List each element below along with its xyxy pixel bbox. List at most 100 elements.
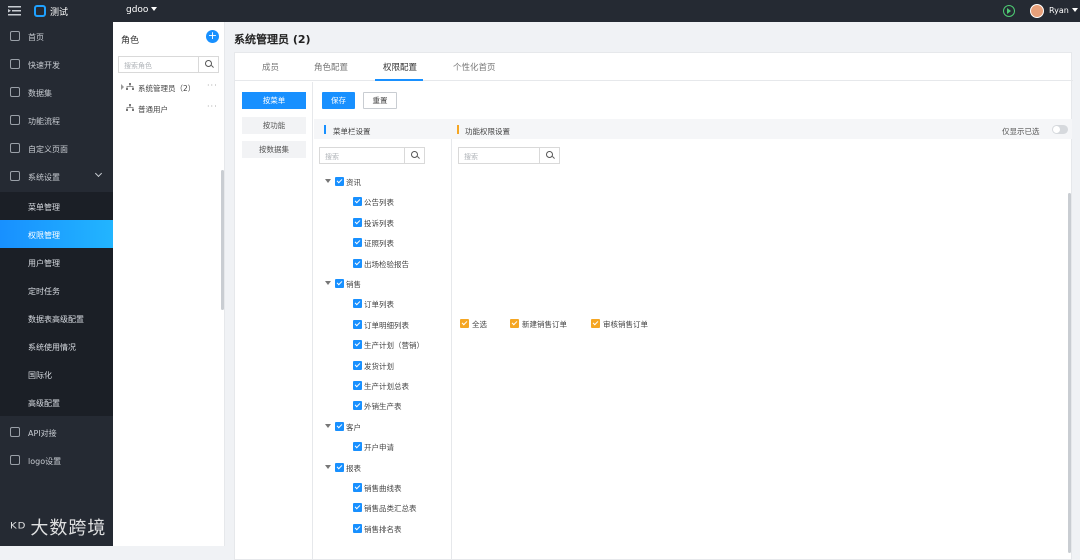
tree-label: 销售品类汇总表	[364, 504, 417, 513]
dataset-icon	[10, 87, 20, 97]
tab-members[interactable]: 成员	[262, 61, 279, 73]
save-button[interactable]: 保存	[322, 92, 355, 109]
menu-section-label: 菜单栏设置	[333, 127, 371, 136]
search-icon[interactable]	[539, 148, 559, 163]
show-selected-toggle[interactable]	[1052, 125, 1068, 134]
checkbox[interactable]	[353, 483, 362, 492]
caret-down-icon[interactable]	[325, 424, 331, 428]
checkbox[interactable]	[353, 320, 362, 329]
role-search-placeholder: 搜索角色	[124, 62, 152, 70]
sidebar-subitem-label: 高级配置	[28, 399, 60, 408]
sidebar-subitem-menu-mgmt[interactable]: 菜单管理	[0, 192, 113, 220]
sidebar-item-label: 自定义页面	[28, 145, 68, 154]
tab-personal-home[interactable]: 个性化首页	[453, 61, 496, 73]
watermark: ᴷᴰ 大数跨境	[10, 514, 106, 540]
watermark-text: 大数跨境	[30, 518, 107, 539]
workflow-icon	[10, 115, 20, 125]
tree-label: 订单列表	[364, 300, 394, 309]
tree-label: 生产计划（营销）	[364, 341, 424, 350]
sidebar-item-quick-dev[interactable]: 快速开发	[0, 50, 113, 78]
by-function-button[interactable]: 按功能	[242, 117, 306, 134]
reset-button[interactable]: 重置	[363, 92, 397, 109]
sidebar-item-logo-settings[interactable]: logo设置	[0, 446, 113, 474]
roles-scrollbar[interactable]	[221, 170, 224, 310]
play-icon[interactable]	[1003, 5, 1015, 17]
more-icon[interactable]: ···	[207, 102, 218, 111]
sidebar-item-label: 快速开发	[28, 61, 60, 70]
caret-down-icon[interactable]	[325, 281, 331, 285]
sidebar-item-label: 功能流程	[28, 117, 60, 126]
checkbox[interactable]	[335, 463, 344, 472]
sidebar-item-label: API对接	[28, 429, 57, 438]
menu-search-input[interactable]: 搜索	[319, 147, 425, 164]
sidebar-subitem-advanced-config[interactable]: 高级配置	[0, 388, 113, 416]
settings-icon	[10, 171, 20, 181]
sidebar-subitem-table-config[interactable]: 数据表高级配置	[0, 304, 113, 332]
roles-panel: 角色 + 搜索角色 系统管理员（2） ··· 普通用户 ···	[113, 22, 225, 546]
expand-icon[interactable]	[121, 84, 124, 90]
sidebar-item-label: logo设置	[28, 457, 62, 466]
checkbox[interactable]	[353, 381, 362, 390]
checkbox[interactable]	[335, 422, 344, 431]
section-marker	[324, 125, 326, 134]
sidebar-subitem-system-usage[interactable]: 系统使用情况	[0, 332, 113, 360]
tree-label: 资讯	[346, 178, 361, 187]
caret-down-icon[interactable]	[325, 179, 331, 183]
checkbox[interactable]	[353, 401, 362, 410]
panel-scrollbar[interactable]	[1068, 193, 1071, 553]
role-item[interactable]: 普通用户 ···	[113, 100, 223, 118]
menu-toggle-icon[interactable]	[8, 5, 21, 17]
sidebar-item-dataset[interactable]: 数据集	[0, 78, 113, 106]
by-dataset-button[interactable]: 按数据集	[242, 141, 306, 158]
sidebar-item-system-settings[interactable]: 系统设置	[0, 162, 113, 190]
org-icon	[126, 83, 134, 90]
checkbox[interactable]	[335, 177, 344, 186]
sidebar-subitem-scheduled-tasks[interactable]: 定时任务	[0, 276, 113, 304]
menu-search-placeholder: 搜索	[325, 153, 339, 161]
page-icon	[10, 143, 20, 153]
checkbox[interactable]	[353, 218, 362, 227]
role-search-input[interactable]: 搜索角色	[118, 56, 219, 73]
search-icon[interactable]	[198, 57, 218, 72]
checkbox[interactable]	[353, 442, 362, 451]
search-icon[interactable]	[404, 148, 424, 163]
sidebar-item-workflow[interactable]: 功能流程	[0, 106, 113, 134]
space-label: gdoo	[126, 5, 149, 15]
checkbox[interactable]	[353, 524, 362, 533]
checkbox[interactable]	[353, 299, 362, 308]
checkbox[interactable]	[510, 319, 519, 328]
tree-label: 外销生产表	[364, 402, 402, 411]
sidebar-subitem-user-mgmt[interactable]: 用户管理	[0, 248, 113, 276]
tab-role-config[interactable]: 角色配置	[314, 61, 348, 73]
sidebar-subitem-permission-mgmt[interactable]: 权限管理	[0, 220, 113, 248]
avatar[interactable]	[1030, 4, 1044, 18]
checkbox[interactable]	[353, 197, 362, 206]
function-search-input[interactable]: 搜索	[458, 147, 560, 164]
checkbox[interactable]	[353, 238, 362, 247]
section-marker	[457, 125, 459, 134]
sidebar-item-custom-page[interactable]: 自定义页面	[0, 134, 113, 162]
sidebar-item-api[interactable]: API对接	[0, 418, 113, 446]
add-role-button[interactable]: +	[206, 30, 219, 43]
caret-down-icon[interactable]	[325, 465, 331, 469]
checkbox[interactable]	[460, 319, 469, 328]
user-menu[interactable]: Ryan	[1049, 6, 1078, 15]
checkbox[interactable]	[353, 340, 362, 349]
checkbox[interactable]	[353, 259, 362, 268]
page-title: 系统管理员 (2)	[234, 33, 311, 46]
caret-down-icon	[1071, 8, 1078, 12]
checkbox[interactable]	[335, 279, 344, 288]
checkbox[interactable]	[353, 361, 362, 370]
tree-label: 订单明细列表	[364, 321, 409, 330]
sidebar-subitem-label: 数据表高级配置	[28, 315, 84, 324]
sidebar-subitem-i18n[interactable]: 国际化	[0, 360, 113, 388]
space-selector[interactable]: gdoo	[126, 5, 158, 15]
tab-permission-config[interactable]: 权限配置	[383, 61, 417, 73]
sidebar-item-home[interactable]: 首页	[0, 22, 113, 50]
by-menu-button[interactable]: 按菜单	[242, 92, 306, 109]
function-label: 全选	[472, 320, 487, 329]
checkbox[interactable]	[353, 503, 362, 512]
role-item[interactable]: 系统管理员（2） ···	[113, 79, 223, 97]
checkbox[interactable]	[591, 319, 600, 328]
more-icon[interactable]: ···	[207, 81, 218, 90]
